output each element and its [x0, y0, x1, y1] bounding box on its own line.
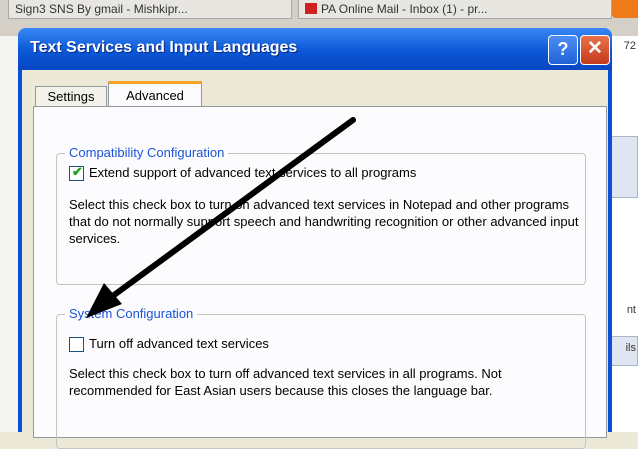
background-text-3: ils [625, 342, 636, 354]
system-configuration-legend: System Configuration [65, 306, 198, 321]
compatibility-configuration-group: Compatibility Configuration ✔ Extend sup… [56, 145, 586, 285]
extend-support-label[interactable]: Extend support of advanced text services… [89, 165, 416, 180]
advanced-tab-panel: Compatibility Configuration ✔ Extend sup… [33, 106, 607, 449]
dialog-client-area: Settings Advanced Compatibility Configur… [22, 70, 608, 449]
background-text-1: 72 [623, 40, 636, 52]
turn-off-advanced-text-services-label[interactable]: Turn off advanced text services [89, 336, 269, 351]
compatibility-configuration-legend: Compatibility Configuration [65, 145, 229, 160]
close-button[interactable]: ✕ [580, 35, 610, 65]
compatibility-description: Select this check box to turn on advance… [69, 197, 579, 246]
background-page-left [0, 36, 18, 432]
checkmark-icon: ✔ [72, 164, 83, 179]
browser-tab-1[interactable]: Sign3 SNS By gmail - Mishkipr... [8, 0, 292, 19]
browser-tab-2[interactable]: PA Online Mail - Inbox (1) - pr... [298, 0, 612, 19]
tab-settings[interactable]: Settings [35, 86, 107, 107]
background-text-2: nt [626, 304, 636, 316]
background-page-right: 72 nt ils [606, 36, 638, 432]
browser-extra-tab[interactable] [612, 0, 638, 18]
browser-tab-2-label: PA Online Mail - Inbox (1) - pr... [321, 2, 488, 16]
system-configuration-group: System Configuration Turn off advanced t… [56, 306, 586, 449]
help-button[interactable]: ? [548, 35, 578, 65]
browser-tab-1-label: Sign3 SNS By gmail - Mishkipr... [15, 2, 188, 16]
system-description: Select this check box to turn off advanc… [69, 366, 502, 398]
dialog-title-bar[interactable]: Text Services and Input Languages ? ✕ [18, 28, 612, 70]
turn-off-advanced-text-services-checkbox[interactable] [69, 337, 84, 352]
dialog-title: Text Services and Input Languages [30, 39, 298, 56]
mail-icon [305, 3, 317, 14]
extend-support-checkbox[interactable]: ✔ [69, 164, 84, 181]
text-services-dialog: Text Services and Input Languages ? ✕ Se… [18, 28, 612, 449]
